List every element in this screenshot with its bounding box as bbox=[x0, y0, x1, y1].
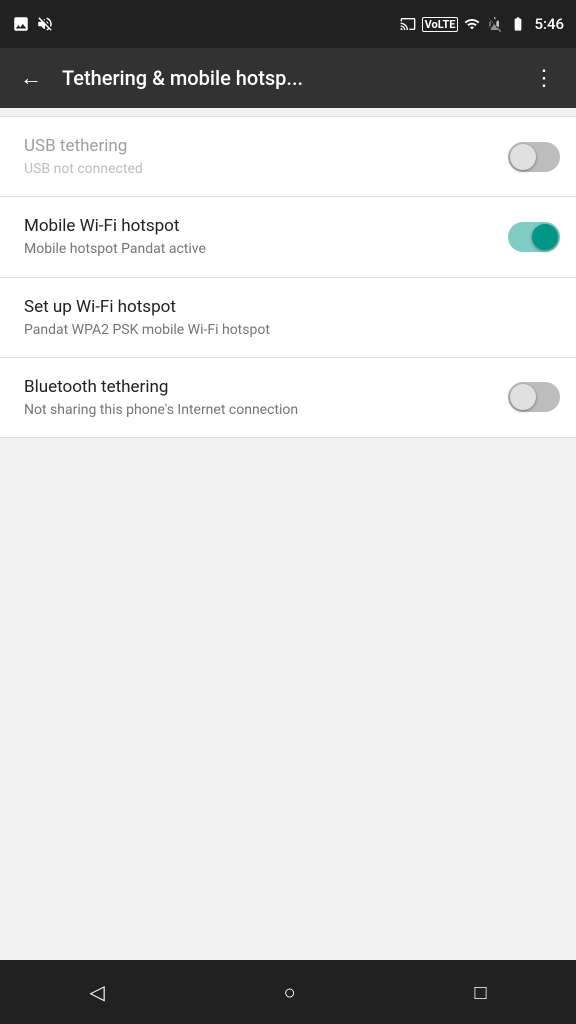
more-options-button[interactable]: ⋮ bbox=[529, 62, 560, 95]
lte-signal-icon bbox=[464, 16, 480, 32]
status-bar-right-icons: VoLTE 5:46 bbox=[400, 15, 564, 33]
mobile-hotspot-title: Mobile Wi-Fi hotspot bbox=[24, 215, 492, 237]
page-title: Tethering & mobile hotsp... bbox=[62, 66, 513, 90]
bluetooth-tethering-toggle[interactable] bbox=[508, 382, 560, 412]
status-bar: VoLTE 5:46 bbox=[0, 0, 576, 48]
setup-hotspot-item[interactable]: Set up Wi-Fi hotspot Pandat WPA2 PSK mob… bbox=[0, 278, 576, 358]
bluetooth-tethering-subtitle: Not sharing this phone's Internet connec… bbox=[24, 401, 492, 419]
mute-icon bbox=[36, 15, 54, 33]
bluetooth-tethering-item[interactable]: Bluetooth tethering Not sharing this pho… bbox=[0, 358, 576, 438]
volte-badge: VoLTE bbox=[422, 17, 459, 32]
mobile-hotspot-toggle-thumb bbox=[532, 224, 558, 250]
usb-tethering-text: USB tethering USB not connected bbox=[24, 135, 508, 178]
cast-icon bbox=[400, 16, 416, 32]
setup-hotspot-text: Set up Wi-Fi hotspot Pandat WPA2 PSK mob… bbox=[24, 296, 560, 339]
usb-tethering-item[interactable]: USB tethering USB not connected bbox=[0, 116, 576, 197]
bluetooth-tethering-text: Bluetooth tethering Not sharing this pho… bbox=[24, 376, 508, 419]
nav-back-button[interactable]: ◁ bbox=[65, 968, 128, 1016]
battery-icon bbox=[508, 16, 528, 32]
setup-hotspot-subtitle: Pandat WPA2 PSK mobile Wi-Fi hotspot bbox=[24, 321, 544, 339]
nav-bar: ◁ ○ □ bbox=[0, 960, 576, 1024]
mobile-hotspot-text: Mobile Wi-Fi hotspot Mobile hotspot Pand… bbox=[24, 215, 508, 258]
time-display: 5:46 bbox=[534, 15, 564, 33]
nav-recents-button[interactable]: □ bbox=[450, 968, 510, 1017]
settings-list: USB tethering USB not connected Mobile W… bbox=[0, 108, 576, 960]
mobile-hotspot-toggle[interactable] bbox=[508, 222, 560, 252]
usb-tethering-subtitle: USB not connected bbox=[24, 160, 492, 178]
status-bar-left-icons bbox=[12, 15, 54, 33]
back-button[interactable]: ← bbox=[16, 61, 46, 95]
app-bar: ← Tethering & mobile hotsp... ⋮ bbox=[0, 48, 576, 108]
mobile-hotspot-subtitle: Mobile hotspot Pandat active bbox=[24, 240, 492, 258]
bluetooth-tethering-title: Bluetooth tethering bbox=[24, 376, 492, 398]
nav-home-button[interactable]: ○ bbox=[260, 968, 320, 1017]
setup-hotspot-title: Set up Wi-Fi hotspot bbox=[24, 296, 544, 318]
mobile-hotspot-item[interactable]: Mobile Wi-Fi hotspot Mobile hotspot Pand… bbox=[0, 197, 576, 277]
signal-strength-icon bbox=[486, 16, 502, 32]
usb-tethering-toggle[interactable] bbox=[508, 142, 560, 172]
image-icon bbox=[12, 15, 30, 33]
bluetooth-tethering-toggle-thumb bbox=[510, 384, 536, 410]
usb-tethering-toggle-thumb bbox=[510, 144, 536, 170]
usb-tethering-title: USB tethering bbox=[24, 135, 492, 157]
